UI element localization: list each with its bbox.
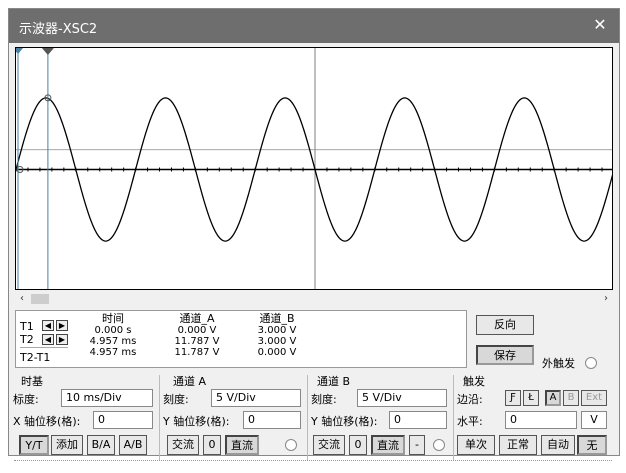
cha-t1: 0.000 V	[177, 325, 217, 336]
trigger-none-button[interactable]: 无	[577, 435, 607, 455]
cha-t2: 11.787 V	[174, 336, 220, 347]
chb-header: 通道_B	[259, 312, 295, 325]
row-label-t2: T2	[20, 333, 34, 346]
channel-a-scale-field[interactable]: 5 V/Div	[211, 389, 301, 407]
trigger-edge-label: 边沿:	[457, 393, 483, 406]
close-icon[interactable]: ✕	[589, 14, 611, 36]
timebase-label: 时基	[21, 375, 43, 388]
channel-b-column: 通道_B 3.000 V 3.000 V 0.000 V	[242, 312, 312, 359]
row-label-t2-t1: T2-T1	[20, 351, 51, 364]
trigger-normal-button[interactable]: 正常	[499, 435, 537, 455]
channel-b-ypos-field[interactable]: 0	[389, 411, 447, 429]
oscilloscope-screen[interactable]	[15, 47, 613, 290]
group-separator	[159, 375, 160, 461]
row-label-t1: T1	[20, 320, 34, 333]
t2-left-button[interactable]: ◀	[42, 334, 54, 345]
cha-header: 通道_A	[179, 312, 215, 325]
cursor-readout-panel: T1 T2 T2-T1 ◀ ▶ ◀ ▶ 时间 0.000 s 4.957 ms …	[15, 310, 467, 368]
x-position-label: X 轴位移(格):	[13, 415, 81, 428]
cha-t2-t1: 11.787 V	[174, 347, 220, 358]
trigger-level-field[interactable]: 0	[505, 411, 577, 429]
channel-b-label: 通道 B	[317, 375, 351, 388]
ext-trigger-radio[interactable]	[585, 357, 597, 369]
group-separator	[453, 375, 454, 461]
title-bar[interactable]: 示波器-XSC2 ✕	[9, 9, 619, 43]
x-position-field[interactable]: 0	[93, 411, 153, 429]
timebase-scale-field[interactable]: 10 ms/Div	[61, 389, 153, 407]
channel-a-ypos-label: Y 轴位移(格):	[163, 415, 230, 428]
cursor-t1-marker-icon	[16, 48, 23, 54]
ext-trigger-label: 外触发	[542, 357, 575, 370]
trigger-source-ext-button[interactable]: Ext	[581, 390, 607, 406]
chb-t2-t1: 0.000 V	[257, 347, 297, 358]
t1-left-button[interactable]: ◀	[42, 320, 54, 331]
time-t2-t1: 4.957 ms	[89, 347, 137, 358]
trigger-source-b-button[interactable]: B	[563, 390, 579, 406]
readout-divider	[20, 347, 68, 348]
window-title: 示波器-XSC2	[19, 22, 98, 37]
channel-a-zero-button[interactable]: 0	[203, 435, 221, 455]
waveform-display	[16, 48, 612, 289]
reverse-button[interactable]: 反向	[476, 315, 534, 335]
scroll-thumb[interactable]	[31, 294, 49, 304]
trigger-single-button[interactable]: 单次	[457, 435, 495, 455]
time-t2: 4.957 ms	[89, 336, 137, 347]
oscilloscope-window: 示波器-XSC2 ✕ ‹ › T1 T2 T2-T1 ◀ ▶ ◀ ▶ 时间 0.…	[8, 8, 620, 461]
channel-a-label: 通道 A	[173, 375, 207, 388]
ab-button[interactable]: A/B	[119, 435, 147, 455]
channel-a-dc-button[interactable]: 直流	[225, 435, 259, 455]
channel-b-radio[interactable]	[433, 439, 445, 451]
scroll-right-icon[interactable]: ›	[599, 292, 613, 306]
channel-a-scale-label: 刻度:	[163, 393, 189, 406]
channel-b-scale-label: 刻度:	[311, 393, 337, 406]
ba-button[interactable]: B/A	[87, 435, 115, 455]
t1-right-button[interactable]: ▶	[56, 320, 68, 331]
trigger-auto-button[interactable]: 自动	[541, 435, 575, 455]
time-column: 时间 0.000 s 4.957 ms 4.957 ms	[78, 312, 148, 359]
channel-b-ypos-label: Y 轴位移(格):	[311, 415, 378, 428]
chb-t1: 3.000 V	[257, 325, 297, 336]
channel-b-zero-button[interactable]: 0	[349, 435, 367, 455]
trigger-source-a-button[interactable]: A	[545, 390, 561, 406]
channel-b-minus-button[interactable]: -	[409, 435, 425, 455]
trigger-label: 触发	[463, 375, 485, 388]
falling-edge-button[interactable]: Ł	[523, 390, 539, 406]
time-t1: 0.000 s	[94, 325, 132, 336]
footer-dotted-line	[14, 460, 612, 462]
trigger-level-unit[interactable]: V	[581, 411, 607, 429]
channel-a-ac-button[interactable]: 交流	[167, 435, 199, 455]
chb-t2: 3.000 V	[257, 336, 297, 347]
trigger-level-label: 水平:	[457, 415, 483, 428]
channel-a-column: 通道_A 0.000 V 11.787 V 11.787 V	[162, 312, 232, 359]
rising-edge-button[interactable]: Ƒ	[505, 390, 521, 406]
save-button[interactable]: 保存	[476, 345, 534, 365]
group-separator	[307, 375, 308, 461]
horizontal-scrollbar[interactable]: ‹ ›	[15, 292, 613, 306]
add-button[interactable]: 添加	[51, 435, 83, 455]
channel-a-radio[interactable]	[285, 439, 297, 451]
channel-b-dc-button[interactable]: 直流	[371, 435, 405, 455]
time-header: 时间	[102, 312, 124, 325]
t2-right-button[interactable]: ▶	[56, 334, 68, 345]
cursor-t2-marker-icon	[41, 48, 54, 55]
channel-a-ypos-field[interactable]: 0	[243, 411, 301, 429]
scroll-left-icon[interactable]: ‹	[15, 292, 29, 306]
yt-button[interactable]: Y/T	[19, 435, 49, 455]
channel-b-ac-button[interactable]: 交流	[313, 435, 345, 455]
timebase-scale-label: 标度:	[13, 393, 39, 406]
channel-b-scale-field[interactable]: 5 V/Div	[357, 389, 447, 407]
